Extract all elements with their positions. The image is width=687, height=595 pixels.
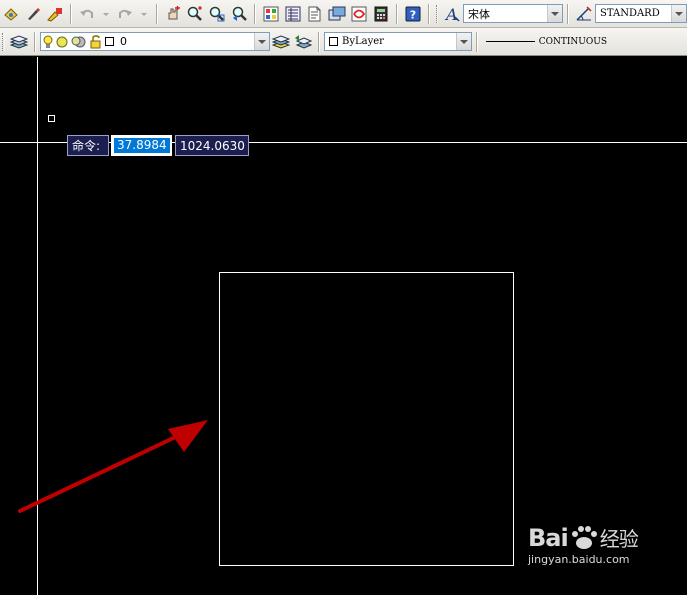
watermark-logo: Bai 经验	[528, 523, 639, 552]
redo-dropdown-icon[interactable]	[136, 3, 152, 25]
toolbar-grip[interactable]	[436, 4, 438, 23]
layers-toolbar: 0 ByLayer CONTINUOUS	[0, 28, 687, 56]
dimension-style-icon[interactable]	[573, 3, 595, 25]
separator	[318, 31, 320, 52]
redo-icon[interactable]	[114, 3, 136, 25]
standard-toolbar: ? A 宋体 STANDARD	[0, 0, 687, 28]
publish-icon[interactable]	[0, 3, 22, 25]
text-style-select[interactable]: 宋体	[463, 4, 563, 23]
lock-open-icon	[90, 34, 101, 48]
separator	[396, 3, 398, 24]
watermark-logo-text: Bai	[528, 523, 569, 552]
text-style-value: 宋体	[468, 7, 490, 21]
chevron-down-icon[interactable]	[547, 5, 562, 22]
viewport-freeze-icon	[71, 36, 86, 47]
zoom-realtime-icon[interactable]	[184, 3, 206, 25]
drawing-area[interactable]: 命令: 37.8984 1024.0630 Bai 经验 jingyan.bai…	[0, 57, 687, 595]
separator	[254, 3, 256, 24]
chevron-down-icon[interactable]	[456, 33, 471, 50]
layer-color-swatch	[105, 37, 114, 46]
markup-icon[interactable]	[348, 3, 370, 25]
tool-palettes-icon[interactable]	[304, 3, 326, 25]
zoom-previous-icon[interactable]	[228, 3, 250, 25]
properties-icon[interactable]	[260, 3, 282, 25]
pan-icon[interactable]	[162, 3, 184, 25]
calculator-icon[interactable]	[370, 3, 392, 25]
linetype-label: CONTINUOUS	[538, 36, 607, 47]
text-style-icon[interactable]: A	[441, 3, 463, 25]
watermark-url: jingyan.baidu.com	[528, 553, 630, 566]
help-icon[interactable]: ?	[402, 3, 424, 25]
layer-name: 0	[120, 35, 127, 48]
separator	[476, 31, 478, 52]
chevron-down-icon[interactable]	[671, 5, 686, 22]
annotation-arrow-icon	[18, 420, 208, 513]
watermark-logo-text-2: 经验	[599, 527, 639, 551]
color-swatch	[329, 37, 338, 46]
undo-dropdown-icon[interactable]	[98, 3, 114, 25]
toolbar-grip[interactable]	[2, 32, 5, 51]
separator	[428, 3, 430, 24]
lightbulb-on-icon	[43, 35, 53, 48]
separator	[567, 3, 569, 24]
color-control-value: ByLayer	[325, 36, 456, 47]
paw-icon	[571, 525, 597, 549]
layer-status: 0	[41, 34, 254, 49]
dimension-style-value: STANDARD	[600, 8, 660, 19]
svg-text:?: ?	[410, 8, 416, 21]
linetype-control-value: CONTINUOUS	[482, 37, 607, 47]
sheet-set-icon[interactable]	[326, 3, 348, 25]
color-control-select[interactable]: ByLayer	[324, 32, 472, 51]
chevron-down-icon[interactable]	[254, 33, 269, 50]
linetype-sample	[486, 41, 535, 42]
layer-select[interactable]: 0	[40, 32, 270, 51]
sun-thaw-icon	[56, 36, 68, 47]
dimension-style-select[interactable]: STANDARD	[595, 4, 687, 23]
svg-text:A: A	[444, 5, 458, 23]
baidu-jingyan-watermark: Bai 经验 jingyan.baidu.com	[528, 523, 639, 567]
zoom-window-icon[interactable]	[206, 3, 228, 25]
pen-icon[interactable]	[22, 3, 44, 25]
layer-manager-icon[interactable]	[8, 31, 30, 53]
linetype-control-select[interactable]: CONTINUOUS	[482, 32, 607, 51]
separator	[156, 3, 158, 24]
layer-previous-icon[interactable]	[292, 31, 314, 53]
design-center-icon[interactable]	[282, 3, 304, 25]
make-layer-current-icon[interactable]	[270, 31, 292, 53]
match-properties-icon[interactable]	[44, 3, 66, 25]
color-label: ByLayer	[342, 36, 384, 47]
undo-icon[interactable]	[76, 3, 98, 25]
separator	[70, 3, 72, 24]
separator	[34, 31, 36, 52]
